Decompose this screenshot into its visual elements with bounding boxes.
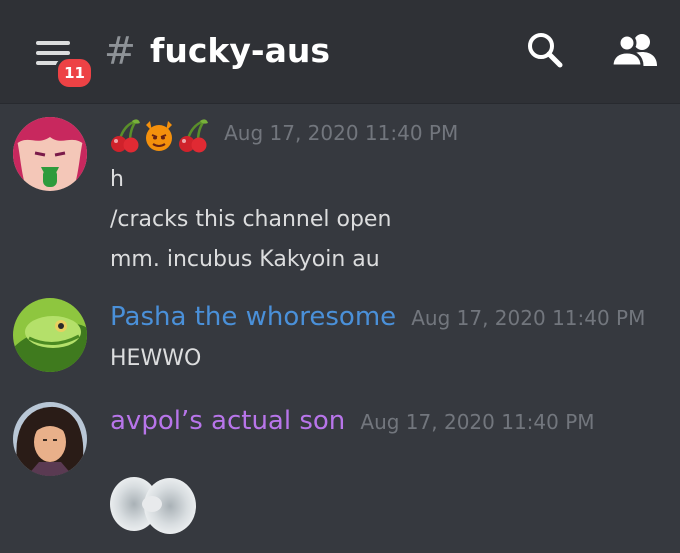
message-text: h [110, 167, 124, 192]
unread-badge: 11 [55, 56, 94, 90]
message-text: /cracks this channel open [110, 207, 392, 232]
username[interactable]: Pasha the whoresome [110, 302, 396, 332]
avatar[interactable] [13, 117, 87, 191]
channel-title: fucky-aus [150, 31, 330, 70]
timestamp: Aug 17, 2020 11:40 PM [411, 306, 646, 330]
blob-sticker-image [110, 477, 196, 534]
sticker-image[interactable] [108, 474, 198, 536]
channel-header: 11 # fucky-aus [0, 0, 680, 103]
avatar-image [13, 402, 87, 476]
message-text: HEWWO [110, 346, 202, 371]
members-button[interactable] [610, 30, 660, 72]
discord-chat-screen: 11 # fucky-aus Aug 17, 2020 11:40 PM h /… [0, 0, 680, 553]
channel-hash-icon: # [104, 29, 136, 73]
cherry-emoji [179, 119, 208, 153]
avatar[interactable] [13, 298, 87, 372]
search-button[interactable] [524, 30, 566, 72]
timestamp: Aug 17, 2020 11:40 PM [360, 410, 595, 434]
search-icon [528, 33, 563, 68]
message-header: avpol’s actual son Aug 17, 2020 11:40 PM [110, 406, 595, 436]
avatar-image [13, 117, 87, 191]
username-emojis[interactable] [110, 119, 214, 153]
avatar[interactable] [13, 402, 87, 476]
username[interactable]: avpol’s actual son [110, 406, 345, 436]
message-text: mm. incubus Kakyoin au [110, 247, 380, 272]
timestamp: Aug 17, 2020 11:40 PM [224, 120, 459, 145]
message-header: Pasha the whoresome Aug 17, 2020 11:40 P… [110, 302, 645, 332]
avatar-image [13, 298, 87, 372]
members-icon [610, 33, 657, 68]
message-header: Aug 17, 2020 11:40 PM [110, 117, 458, 153]
imp-emoji [146, 121, 172, 151]
cherry-emoji [111, 119, 140, 153]
